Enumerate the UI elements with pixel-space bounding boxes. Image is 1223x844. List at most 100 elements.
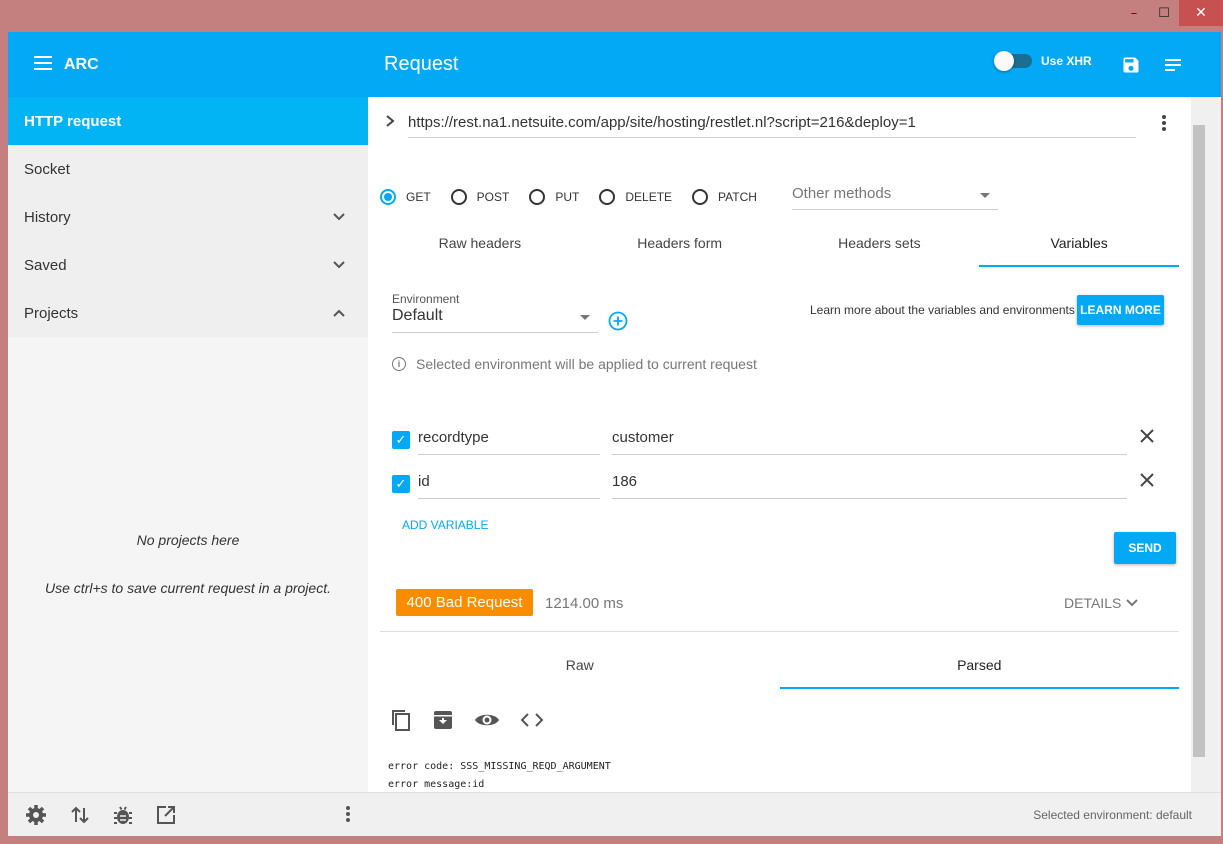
sidebar: HTTP request Socket History Saved Projec… xyxy=(8,97,368,792)
method-label: GET xyxy=(406,190,431,204)
environment-select[interactable]: Default xyxy=(392,307,598,333)
add-variable-button[interactable]: ADD VARIABLE xyxy=(402,518,488,532)
archive-icon[interactable] xyxy=(432,709,454,731)
page-title: Request xyxy=(384,53,459,75)
empty-title: No projects here xyxy=(136,532,240,548)
minimize-button[interactable]: – xyxy=(1119,0,1149,26)
add-circle-icon[interactable] xyxy=(608,311,628,331)
import-export-icon[interactable] xyxy=(70,804,90,826)
info-icon: i xyxy=(392,357,406,371)
request-tabs: Raw headers Headers form Headers sets Va… xyxy=(380,231,1179,267)
close-icon[interactable] xyxy=(1138,427,1156,445)
response-line: error code: SSS_MISSING_REQD_ARGUMENT xyxy=(388,761,611,772)
details-label: DETAILS xyxy=(1064,595,1122,611)
variable-value-input[interactable]: customer xyxy=(612,429,1127,455)
method-put-radio[interactable]: PUT xyxy=(529,189,579,205)
response-tabs: Raw Parsed xyxy=(380,653,1179,689)
other-methods-placeholder: Other methods xyxy=(792,185,892,202)
use-xhr-toggle[interactable]: Use XHR xyxy=(994,51,1092,71)
save-icon[interactable] xyxy=(1121,55,1141,75)
close-button[interactable]: ✕ xyxy=(1179,0,1223,26)
dropdown-arrow-icon xyxy=(980,193,990,198)
method-post-radio[interactable]: POST xyxy=(450,189,509,205)
other-methods-select[interactable]: Other methods xyxy=(792,185,998,210)
info-text: Selected environment will be applied to … xyxy=(416,356,757,372)
sidebar-item-socket[interactable]: Socket xyxy=(8,145,368,193)
settings-icon[interactable] xyxy=(25,804,47,826)
more-vert-icon[interactable] xyxy=(345,804,351,824)
chevron-right-icon[interactable] xyxy=(384,114,396,128)
learn-more-button[interactable]: LEARN MORE xyxy=(1077,295,1164,325)
request-panel: https://rest.na1.netsuite.com/app/site/h… xyxy=(368,97,1191,792)
sidebar-item-saved[interactable]: Saved xyxy=(8,241,368,289)
tab-raw-headers[interactable]: Raw headers xyxy=(380,231,580,267)
environment-label: Environment xyxy=(392,292,460,306)
tab-headers-sets[interactable]: Headers sets xyxy=(780,231,980,267)
variable-enabled-checkbox[interactable]: ✓ xyxy=(392,431,410,449)
close-icon[interactable] xyxy=(1138,471,1156,489)
radio-circle xyxy=(529,189,546,205)
radio-circle xyxy=(380,189,396,205)
scrollbar-thumb[interactable] xyxy=(1193,125,1205,757)
chevron-up-icon[interactable] xyxy=(332,308,346,318)
variable-row: ✓ recordtype customer xyxy=(392,425,1167,459)
scrollbar[interactable] xyxy=(1191,97,1221,792)
more-vert-icon[interactable] xyxy=(1161,114,1167,132)
method-label: DELETE xyxy=(625,190,673,204)
radio-circle xyxy=(450,189,467,205)
response-toolbar xyxy=(390,708,564,732)
sidebar-item-history[interactable]: History xyxy=(8,193,368,241)
tab-raw[interactable]: Raw xyxy=(380,653,780,689)
toggle-knob xyxy=(994,51,1014,71)
environment-value: Default xyxy=(392,307,443,324)
menu-icon[interactable] xyxy=(34,56,52,70)
method-get-radio[interactable]: GET xyxy=(380,189,431,205)
copy-icon[interactable] xyxy=(390,708,412,732)
environment-info: i Selected environment will be applied t… xyxy=(392,356,757,372)
sidebar-item-http-request[interactable]: HTTP request xyxy=(8,97,368,145)
method-label: PUT xyxy=(555,190,580,204)
empty-hint: Use ctrl+s to save current request in a … xyxy=(45,580,331,596)
tab-variables[interactable]: Variables xyxy=(979,231,1179,267)
preview-icon[interactable] xyxy=(474,711,500,729)
bug-icon[interactable] xyxy=(112,804,134,826)
method-label: PATCH xyxy=(718,190,757,204)
url-input[interactable]: https://rest.na1.netsuite.com/app/site/h… xyxy=(408,114,1136,138)
url-row: https://rest.na1.netsuite.com/app/site/h… xyxy=(368,97,1191,157)
variable-row: ✓ id 186 xyxy=(392,469,1167,503)
details-toggle[interactable]: DETAILS xyxy=(1064,595,1139,611)
response-time: 1214.00 ms xyxy=(545,595,624,612)
use-xhr-label: Use XHR xyxy=(1041,54,1092,68)
status-badge: 400 Bad Request xyxy=(396,589,533,616)
sidebar-item-projects[interactable]: Projects xyxy=(8,289,368,337)
variable-name-input[interactable]: id xyxy=(418,473,600,499)
method-patch-radio[interactable]: PATCH xyxy=(692,189,757,205)
tab-parsed[interactable]: Parsed xyxy=(779,653,1180,689)
dropdown-arrow-icon xyxy=(580,315,590,320)
sidebar-item-label: Saved xyxy=(24,256,67,274)
tab-headers-form[interactable]: Headers form xyxy=(580,231,780,267)
chevron-down-icon[interactable] xyxy=(332,212,346,222)
toggle-track xyxy=(994,51,1032,71)
variable-enabled-checkbox[interactable]: ✓ xyxy=(392,475,410,493)
window-controls: – ☐ ✕ xyxy=(1119,0,1223,30)
chevron-down-icon[interactable] xyxy=(332,260,346,270)
open-external-icon[interactable] xyxy=(155,804,177,826)
maximize-button[interactable]: ☐ xyxy=(1149,0,1179,26)
environment-status: Selected environment: default xyxy=(1033,808,1192,822)
code-icon[interactable] xyxy=(520,711,544,729)
method-delete-radio[interactable]: DELETE xyxy=(599,189,672,205)
sort-icon[interactable] xyxy=(1163,57,1183,73)
learn-more-text: Learn more about the variables and envir… xyxy=(810,303,1075,317)
sidebar-item-label: Socket xyxy=(24,160,70,178)
variable-value-input[interactable]: 186 xyxy=(612,473,1127,499)
app-window: ARC Request Use XHR HTTP request Socket … xyxy=(8,32,1221,836)
app-name: ARC xyxy=(64,56,99,73)
top-app-bar: ARC Request Use XHR xyxy=(8,32,1221,97)
projects-empty-state: No projects here Use ctrl+s to save curr… xyxy=(8,337,368,792)
chevron-down-icon xyxy=(1126,599,1138,607)
sidebar-item-label: History xyxy=(24,208,71,226)
send-button[interactable]: SEND xyxy=(1114,532,1176,564)
sidebar-item-label: Projects xyxy=(24,304,79,322)
variable-name-input[interactable]: recordtype xyxy=(418,429,600,455)
